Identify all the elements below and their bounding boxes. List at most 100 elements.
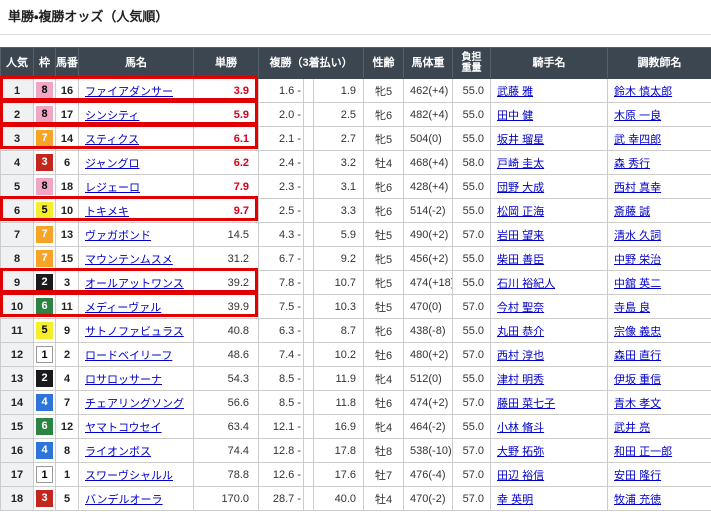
weight-cell: 476(-4) — [404, 463, 453, 487]
horse-number-cell: 9 — [56, 319, 79, 343]
trainer-link[interactable]: 青木 孝文 — [614, 398, 661, 410]
trainer-link[interactable]: 木原 一良 — [614, 110, 661, 122]
trainer-link[interactable]: 森 秀行 — [614, 158, 650, 170]
trainer-cell: 安田 隆行 — [608, 463, 711, 487]
place-odds-low-cell: 8.5 — [259, 367, 304, 391]
trainer-cell: 寺島 良 — [608, 295, 711, 319]
horse-link[interactable]: スティクス — [85, 134, 139, 146]
horse-link[interactable]: メディーヴァル — [85, 302, 161, 314]
jockey-link[interactable]: 今村 聖奈 — [497, 302, 544, 314]
trainer-link[interactable]: 西村 真幸 — [614, 182, 661, 194]
horse-link[interactable]: ロサロッサーナ — [85, 374, 162, 386]
horse-link[interactable]: レジェーロ — [85, 182, 140, 194]
jockey-cell: 丸田 恭介 — [491, 319, 608, 343]
jockey-cell: 津村 明秀 — [491, 367, 608, 391]
trainer-link[interactable]: 武井 亮 — [614, 422, 650, 434]
header-rank: 人気 — [1, 48, 34, 79]
odds-table-wrap: 人気 枠 馬番 馬名 単勝 複勝（3着払い） 性齢 馬体重 負担 重量 騎手名 … — [0, 47, 711, 511]
jockey-link[interactable]: 丸田 恭介 — [497, 326, 544, 338]
jockey-link[interactable]: 大野 拓弥 — [497, 446, 544, 458]
jockey-link[interactable]: 幸 英明 — [497, 494, 533, 506]
jockey-link[interactable]: 坂井 瑠星 — [497, 134, 544, 146]
trainer-link[interactable]: 武 幸四郎 — [614, 134, 661, 146]
jockey-link[interactable]: 武藤 雅 — [497, 86, 533, 98]
trainer-link[interactable]: 宗像 義忠 — [614, 326, 661, 338]
win-odds-cell: 7.9 — [194, 175, 259, 199]
place-odds-low-cell: 28.7 — [259, 487, 304, 511]
trainer-link[interactable]: 中野 栄治 — [614, 254, 661, 266]
trainer-link[interactable]: 鈴木 慎太郎 — [614, 86, 672, 98]
horse-link[interactable]: ヴァガボンド — [85, 230, 151, 242]
horse-name-cell: メディーヴァル — [79, 295, 194, 319]
place-odds-high-cell: 9.2 — [314, 247, 364, 271]
header-win: 単勝 — [194, 48, 259, 79]
jockey-link[interactable]: 藤田 菜七子 — [497, 398, 555, 410]
bracket-badge: 1 — [36, 346, 53, 363]
place-odds-gap-cell — [304, 463, 314, 487]
trainer-link[interactable]: 牧浦 充徳 — [614, 494, 661, 506]
horse-link[interactable]: ロードベイリーフ — [85, 350, 172, 362]
jockey-link[interactable]: 津村 明秀 — [497, 374, 544, 386]
place-odds-high-cell: 10.3 — [314, 295, 364, 319]
bracket-cell: 1 — [34, 463, 56, 487]
jockey-link[interactable]: 田辺 裕信 — [497, 470, 544, 482]
horse-link[interactable]: スワーヴシャルル — [85, 470, 173, 482]
horse-link[interactable]: ライオンボス — [85, 446, 151, 458]
rank-cell: 9 — [1, 271, 34, 295]
jockey-link[interactable]: 石川 裕紀人 — [497, 278, 555, 290]
horse-name-cell: ファイアダンサー — [79, 79, 194, 103]
horse-link[interactable]: シンシティ — [85, 110, 139, 122]
bracket-cell: 8 — [34, 175, 56, 199]
horse-number-cell: 1 — [56, 463, 79, 487]
trainer-link[interactable]: 中舘 英二 — [614, 278, 661, 290]
sex-age-cell: 牝6 — [364, 175, 404, 199]
jockey-link[interactable]: 岩田 望来 — [497, 230, 544, 242]
trainer-link[interactable]: 和田 正一郎 — [614, 446, 672, 458]
place-odds-high-cell: 10.7 — [314, 271, 364, 295]
horse-link[interactable]: サトノファビュラス — [85, 326, 184, 338]
horse-link[interactable]: オールアットワンス — [85, 278, 184, 290]
load-weight-cell: 55.0 — [453, 415, 491, 439]
horse-name-cell: スワーヴシャルル — [79, 463, 194, 487]
load-weight-cell: 55.0 — [453, 367, 491, 391]
load-weight-cell: 55.0 — [453, 103, 491, 127]
jockey-link[interactable]: 戸崎 圭太 — [497, 158, 544, 170]
trainer-cell: 清水 久詞 — [608, 223, 711, 247]
horse-link[interactable]: ヤマトコウセイ — [85, 422, 162, 434]
win-odds-cell: 56.6 — [194, 391, 259, 415]
win-odds-cell: 14.5 — [194, 223, 259, 247]
bracket-cell: 8 — [34, 103, 56, 127]
horse-link[interactable]: チェアリングソング — [85, 398, 184, 410]
header-load: 負担 重量 — [453, 48, 491, 79]
place-odds-gap-cell — [304, 367, 314, 391]
horse-number-cell: 5 — [56, 487, 79, 511]
horse-link[interactable]: バンデルオーラ — [85, 494, 163, 506]
horse-link[interactable]: ジャングロ — [85, 158, 139, 170]
trainer-link[interactable]: 斎藤 誠 — [614, 206, 650, 218]
bracket-cell: 3 — [34, 151, 56, 175]
jockey-link[interactable]: 田中 健 — [497, 110, 533, 122]
header-trainer: 調教師名 — [608, 48, 711, 79]
bracket-cell: 4 — [34, 391, 56, 415]
trainer-link[interactable]: 安田 隆行 — [614, 470, 661, 482]
horse-name-cell: チェアリングソング — [79, 391, 194, 415]
horse-name-cell: サトノファビュラス — [79, 319, 194, 343]
trainer-link[interactable]: 伊坂 重信 — [614, 374, 661, 386]
trainer-link[interactable]: 森田 直行 — [614, 350, 661, 362]
trainer-link[interactable]: 寺島 良 — [614, 302, 650, 314]
horse-link[interactable]: マウンテンムスメ — [85, 254, 173, 266]
horse-link[interactable]: トキメキ — [85, 206, 129, 218]
horse-link[interactable]: ファイアダンサー — [85, 86, 173, 98]
jockey-link[interactable]: 柴田 善臣 — [497, 254, 544, 266]
place-odds-low-cell: 7.8 — [259, 271, 304, 295]
place-odds-gap-cell — [304, 415, 314, 439]
table-row: 16 4 8 ライオンボス 74.4 12.8 17.8 牡8 538(-10)… — [1, 439, 711, 463]
jockey-link[interactable]: 団野 大成 — [497, 182, 544, 194]
jockey-cell: 西村 淳也 — [491, 343, 608, 367]
trainer-link[interactable]: 清水 久詞 — [614, 230, 661, 242]
jockey-link[interactable]: 西村 淳也 — [497, 350, 544, 362]
jockey-link[interactable]: 松岡 正海 — [497, 206, 544, 218]
jockey-link[interactable]: 小林 脩斗 — [497, 422, 544, 434]
load-weight-cell: 57.0 — [453, 343, 491, 367]
jockey-cell: 小林 脩斗 — [491, 415, 608, 439]
